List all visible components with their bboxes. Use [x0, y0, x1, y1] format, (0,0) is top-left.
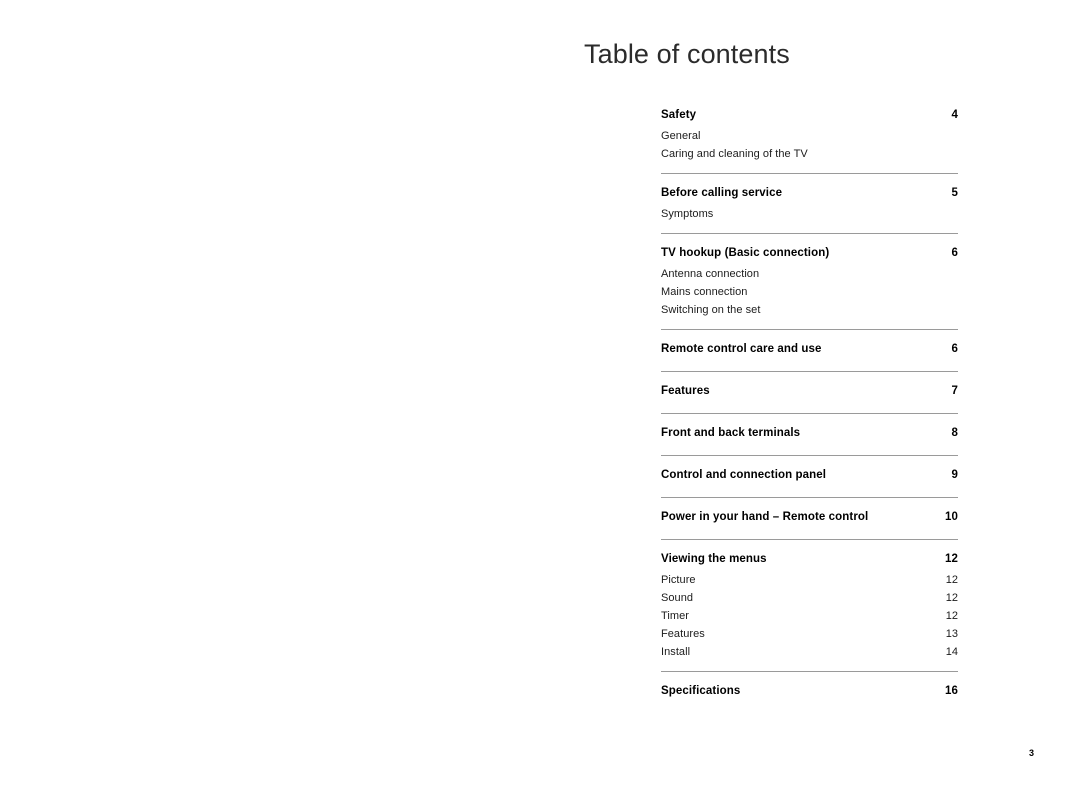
page-folio-number: 3 — [1029, 748, 1035, 758]
toc-heading-label: Features — [661, 385, 710, 397]
toc-section: Front and back terminals 8 — [661, 414, 958, 456]
page-spread: Table of contents Safety 4 General Caring a… — [0, 0, 1080, 787]
toc-section-heading[interactable]: Remote control care and use 6 — [661, 340, 958, 359]
toc-heading-label: Remote control care and use — [661, 343, 822, 355]
toc-heading-label: Specifications — [661, 685, 741, 697]
toc-heading-label: Safety — [661, 109, 697, 121]
toc-subentry[interactable]: Picture 12 — [661, 571, 958, 589]
toc-subentry-label: Mains connection — [661, 286, 748, 298]
toc-heading-label: Power in your hand – Remote control — [661, 511, 869, 523]
toc-heading-page-number: 12 — [945, 553, 958, 565]
toc-section: Specifications 16 — [661, 672, 958, 701]
toc-section: Safety 4 General Caring and cleaning of the… — [661, 106, 958, 174]
toc-subentry-page-number: 12 — [945, 574, 958, 586]
toc-section: Power in your hand – Remote control 10 — [661, 498, 958, 540]
toc-subentry-label: Symptoms — [661, 208, 714, 220]
toc-heading-page-number: 16 — [945, 685, 958, 697]
toc-section-heading[interactable]: Safety 4 — [661, 106, 958, 125]
toc-subentry-label: Sound — [661, 592, 694, 604]
toc-heading-page-number: 6 — [951, 343, 958, 355]
toc-subentry[interactable]: Mains connection — [661, 283, 958, 301]
toc-section: TV hookup (Basic connection) 6 Antenna con… — [661, 234, 958, 330]
toc-subentry-label: Antenna connection — [661, 268, 760, 280]
toc-subentry-label: Install — [661, 646, 691, 658]
toc-subentry[interactable]: Sound 12 — [661, 589, 958, 607]
toc-section-heading[interactable]: Viewing the menus 12 — [661, 550, 958, 569]
toc-subentry[interactable]: Symptoms — [661, 205, 958, 223]
toc-section: Viewing the menus 12 Picture 12 Sound 12 Timer… — [661, 540, 958, 672]
toc-subentry-label: Features — [661, 628, 705, 640]
toc-subentry-page-number: 13 — [945, 628, 958, 640]
toc-heading-page-number: 5 — [951, 187, 958, 199]
toc-heading-label: TV hookup (Basic connection) — [661, 247, 830, 259]
toc-subentry[interactable]: Features 13 — [661, 625, 958, 643]
toc-subentry[interactable]: Switching on the set — [661, 301, 958, 319]
page-title: Table of contents — [584, 39, 790, 69]
toc-section-heading[interactable]: Specifications 16 — [661, 682, 958, 701]
toc-subentry-label: Picture — [661, 574, 696, 586]
toc-section: Control and connection panel 9 — [661, 456, 958, 498]
toc-subentry[interactable]: Timer 12 — [661, 607, 958, 625]
toc-section: Before calling service 5 Symptoms — [661, 174, 958, 234]
toc-heading-page-number: 4 — [951, 109, 958, 121]
toc-heading-page-number: 10 — [945, 511, 958, 523]
toc-section-heading[interactable]: Control and connection panel 9 — [661, 466, 958, 485]
toc-subentry[interactable]: Caring and cleaning of the TV — [661, 145, 958, 163]
toc-subentry-page-number: 12 — [945, 592, 958, 604]
toc-subentry-label: Caring and cleaning of the TV — [661, 148, 808, 160]
toc-subentry[interactable]: Antenna connection — [661, 265, 958, 283]
toc-section-heading[interactable]: Power in your hand – Remote control 10 — [661, 508, 958, 527]
toc-subentry[interactable]: Install 14 — [661, 643, 958, 661]
toc-subentry-label: Timer — [661, 610, 689, 622]
toc-heading-label: Viewing the menus — [661, 553, 767, 565]
toc-section: Remote control care and use 6 — [661, 330, 958, 372]
toc-heading-page-number: 7 — [951, 385, 958, 397]
toc-heading-label: Control and connection panel — [661, 469, 827, 481]
toc-section-heading[interactable]: TV hookup (Basic connection) 6 — [661, 244, 958, 263]
toc-subentry-label: Switching on the set — [661, 304, 761, 316]
toc-section-heading[interactable]: Features 7 — [661, 382, 958, 401]
toc-section-heading[interactable]: Before calling service 5 — [661, 184, 958, 203]
toc-section: Features 7 — [661, 372, 958, 414]
table-of-contents: Safety 4 General Caring and cleaning of the… — [661, 106, 958, 703]
toc-heading-label: Before calling service — [661, 187, 783, 199]
toc-heading-page-number: 6 — [951, 247, 958, 259]
toc-subentry[interactable]: General — [661, 127, 958, 145]
toc-heading-page-number: 9 — [951, 469, 958, 481]
toc-subentry-label: General — [661, 130, 701, 142]
toc-subentry-page-number: 12 — [945, 610, 958, 622]
toc-heading-label: Front and back terminals — [661, 427, 801, 439]
toc-heading-page-number: 8 — [951, 427, 958, 439]
toc-subentry-page-number: 14 — [945, 646, 958, 658]
toc-section-heading[interactable]: Front and back terminals 8 — [661, 424, 958, 443]
